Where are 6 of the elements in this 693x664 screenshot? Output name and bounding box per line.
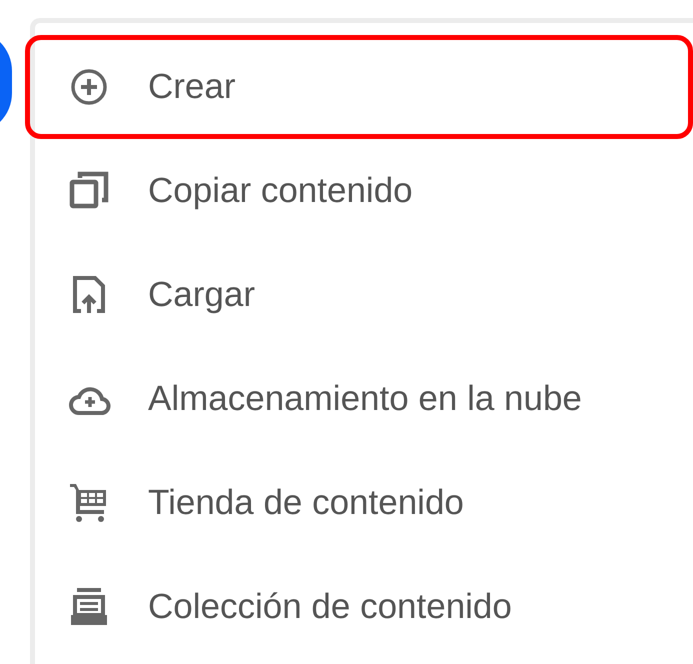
- menu-item[interactable]: Crear: [25, 35, 693, 139]
- menu-item[interactable]: Cargar: [35, 243, 693, 347]
- menu-item[interactable]: Almacenamiento en la nube: [35, 347, 693, 451]
- menu-item[interactable]: Tienda de contenido: [35, 451, 693, 555]
- menu-item[interactable]: Colección de contenido: [35, 555, 693, 659]
- menu-item[interactable]: Copiar contenido: [35, 139, 693, 243]
